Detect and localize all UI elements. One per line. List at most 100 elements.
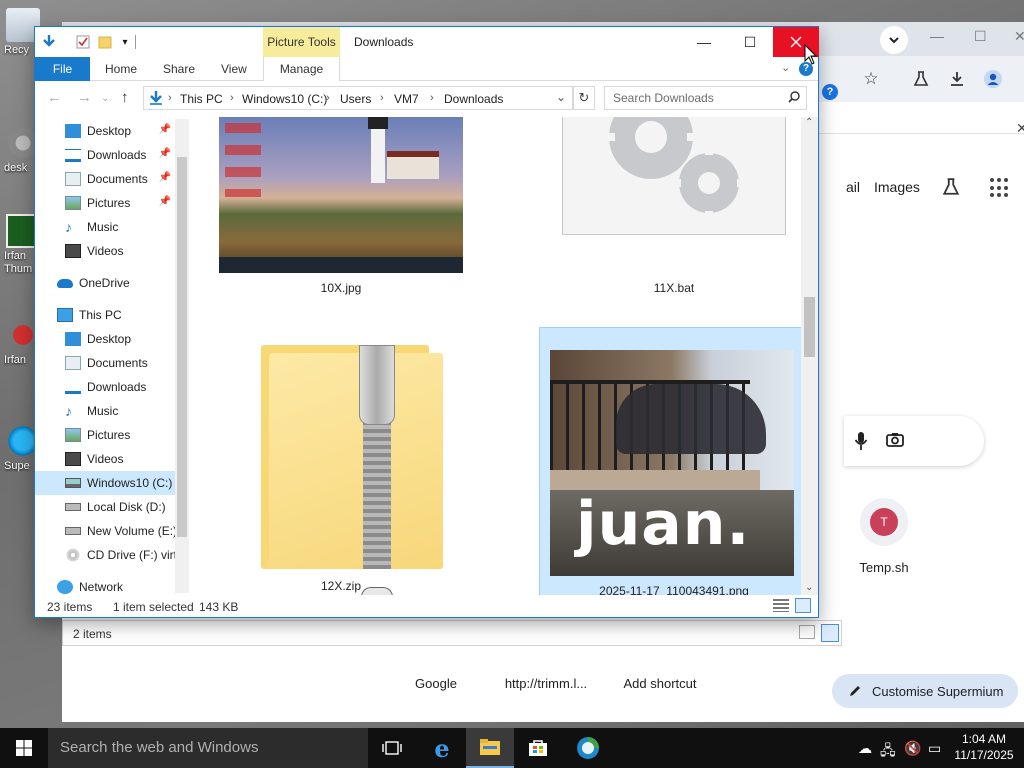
nav-scrollbar-thumb[interactable]: [177, 157, 187, 537]
shortcut-add[interactable]: Add shortcut: [600, 676, 720, 691]
nav-item-pc-windows10-c[interactable]: Windows10 (C:): [35, 471, 189, 495]
nav-item-pc-videos[interactable]: Videos: [35, 447, 189, 471]
customise-button[interactable]: Customise Supermium: [832, 674, 1018, 708]
nav-item-qa-desktop[interactable]: Desktop 📌: [35, 119, 189, 143]
search-input[interactable]: [605, 87, 785, 109]
nav-item-pc-desktop[interactable]: Desktop: [35, 327, 189, 351]
taskbar-store[interactable]: [514, 728, 562, 768]
breadcrumb-this-pc[interactable]: This PC: [180, 92, 223, 106]
microphone-icon[interactable]: [854, 431, 868, 451]
scroll-up-icon[interactable]: ⌃: [805, 117, 813, 128]
gmail-link[interactable]: ail: [846, 179, 860, 195]
expand-ribbon-icon[interactable]: ⌄: [781, 61, 790, 74]
profile-icon[interactable]: [982, 68, 1004, 90]
recent-locations-icon[interactable]: ⌄: [101, 93, 109, 104]
nav-item-pc-music[interactable]: ♪ Music: [35, 399, 189, 423]
forward-arrow-icon[interactable]: →: [77, 89, 92, 106]
images-link[interactable]: Images: [874, 179, 920, 195]
properties-icon[interactable]: [75, 34, 91, 50]
tab-share[interactable]: Share: [151, 57, 207, 81]
labs-flask-icon[interactable]: [910, 68, 932, 90]
notifications-icon[interactable]: ▭: [928, 740, 941, 757]
weather-icon[interactable]: ☁: [858, 740, 872, 757]
breadcrumb-vm7[interactable]: VM7: [394, 92, 419, 106]
chevron-right-icon: ›: [168, 92, 172, 104]
taskbar-edge[interactable]: e: [418, 728, 466, 768]
nav-item-network[interactable]: Network: [35, 575, 189, 595]
tab-home[interactable]: Home: [93, 57, 149, 81]
bookmark-star-icon[interactable]: ☆: [860, 68, 882, 90]
taskbar-file-explorer[interactable]: [466, 728, 514, 768]
up-arrow-icon[interactable]: ↑: [121, 89, 129, 106]
shortcut-trimm[interactable]: http://trimm.l...: [486, 676, 606, 691]
back-arrow-icon[interactable]: ←: [47, 89, 62, 106]
new-folder-icon[interactable]: [97, 34, 113, 50]
browser-maximize-button[interactable]: ☐: [974, 28, 987, 45]
nav-item-qa-music[interactable]: ♪ Music: [35, 215, 189, 239]
nav-item-onedrive[interactable]: OneDrive: [35, 271, 189, 295]
breadcrumb-drive[interactable]: Windows10 (C:): [242, 92, 327, 106]
browser-close-button[interactable]: ✕: [1014, 28, 1024, 45]
minimize-button[interactable]: —: [681, 27, 727, 57]
thumbnail-horse-balcony-image: juan.: [550, 350, 794, 576]
status-item-count: 23 items: [47, 600, 93, 614]
nav-item-qa-downloads[interactable]: Downloads 📌: [35, 143, 189, 167]
volume-muted-icon[interactable]: 🔇: [904, 740, 921, 757]
task-view-button[interactable]: [368, 728, 416, 768]
quick-access-dropdown-icon[interactable]: ▾: [117, 34, 133, 50]
large-icons-view-icon[interactable]: [821, 624, 839, 642]
drive-icon: [65, 503, 81, 511]
address-bar[interactable]: › This PC › Windows10 (C:) › Users › VM7…: [143, 86, 573, 110]
search-box[interactable]: [604, 86, 807, 110]
nav-item-qa-pictures[interactable]: Pictures 📌: [35, 191, 189, 215]
tab-file[interactable]: File: [35, 57, 90, 81]
details-view-icon[interactable]: [773, 599, 789, 612]
tab-search-button[interactable]: [880, 26, 908, 54]
browser-minimize-button[interactable]: —: [930, 28, 944, 44]
nav-item-qa-documents[interactable]: Documents 📌: [35, 167, 189, 191]
download-icon[interactable]: [946, 68, 968, 90]
refresh-button[interactable]: ↻: [573, 86, 595, 110]
file-item-partial[interactable]: [361, 587, 393, 595]
breadcrumb-downloads[interactable]: Downloads: [444, 92, 503, 106]
chevron-down-icon[interactable]: ⌄: [556, 90, 566, 104]
pin-icon[interactable]: 📌: [159, 196, 171, 207]
pin-icon[interactable]: 📌: [159, 148, 171, 159]
file-item-11x-bat[interactable]: 11X.bat: [561, 117, 787, 297]
tab-manage[interactable]: Manage: [263, 57, 340, 81]
shortcut-temp-sh[interactable]: T Temp.sh: [824, 498, 944, 575]
nav-item-pc-new-volume-e[interactable]: New Volume (E:): [35, 519, 189, 543]
nav-item-pc-pictures[interactable]: Pictures: [35, 423, 189, 447]
labs-flask-icon[interactable]: [940, 176, 962, 198]
taskbar-supermium[interactable]: [564, 728, 612, 768]
tab-view[interactable]: View: [209, 57, 259, 81]
nav-item-this-pc[interactable]: This PC: [35, 303, 189, 327]
camera-icon[interactable]: [886, 432, 904, 448]
shortcut-google[interactable]: Google: [376, 676, 496, 691]
taskbar-search-box[interactable]: Search the web and Windows: [48, 728, 368, 768]
breadcrumb-users[interactable]: Users: [340, 92, 371, 106]
pin-icon[interactable]: 📌: [159, 172, 171, 183]
pin-icon[interactable]: 📌: [159, 124, 171, 135]
scroll-down-icon[interactable]: ⌄: [805, 582, 813, 593]
google-search-box[interactable]: [844, 416, 984, 466]
file-item-png-selected[interactable]: juan. 2025-11-17_110043491.png: [539, 327, 803, 595]
nav-item-pc-cd-drive-f[interactable]: CD Drive (F:) virt: [35, 543, 189, 567]
nav-item-qa-videos[interactable]: Videos: [35, 239, 189, 263]
network-tray-icon[interactable]: 🖧: [880, 740, 896, 764]
nav-item-pc-downloads[interactable]: Downloads: [35, 375, 189, 399]
details-view-icon[interactable]: [799, 625, 815, 639]
system-clock[interactable]: 1:04 AM 11/17/2025: [948, 731, 1020, 763]
start-button[interactable]: [0, 728, 48, 768]
bookmarks-close-icon[interactable]: ✕: [1016, 120, 1024, 137]
file-item-10x-jpg[interactable]: 10X.jpg: [219, 117, 463, 297]
apps-grid-icon[interactable]: [990, 178, 1010, 198]
nav-item-pc-local-disk-d[interactable]: Local Disk (D:): [35, 495, 189, 519]
nav-item-pc-documents[interactable]: Documents: [35, 351, 189, 375]
pictures-folder-icon: [65, 196, 81, 210]
file-item-12x-zip[interactable]: 12X.zip: [219, 327, 463, 593]
help-icon[interactable]: ?: [822, 84, 838, 100]
maximize-button[interactable]: ☐: [727, 27, 773, 57]
large-icons-view-icon[interactable]: [795, 598, 811, 613]
content-scrollbar-thumb[interactable]: [804, 297, 815, 357]
